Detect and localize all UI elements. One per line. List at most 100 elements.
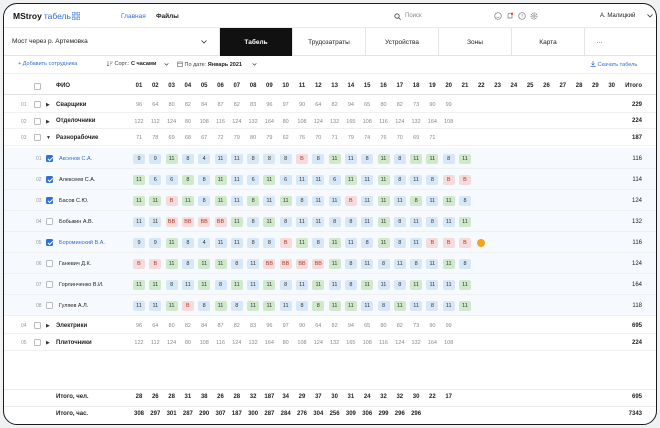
timesheet-cell[interactable]: 11 (442, 195, 455, 206)
employee-checkbox[interactable] (46, 260, 53, 267)
timesheet-cell[interactable]: В (344, 195, 357, 206)
timesheet-cell[interactable]: 11 (214, 237, 227, 248)
timesheet-cell[interactable]: 11 (377, 153, 390, 164)
timesheet-cell[interactable]: 11 (312, 279, 325, 290)
row-checkbox[interactable] (34, 134, 41, 141)
timesheet-cell[interactable]: В (279, 237, 292, 248)
timesheet-cell[interactable]: 8 (426, 216, 439, 227)
timesheet-cell[interactable]: 11 (214, 300, 227, 311)
timesheet-cell[interactable]: 11 (426, 258, 439, 269)
timesheet-cell[interactable]: 11 (459, 279, 471, 290)
timesheet-cell[interactable]: 11 (361, 300, 374, 311)
chevron-down-icon[interactable] (647, 14, 653, 18)
timesheet-cell[interactable]: 11 (344, 300, 357, 311)
timesheet-cell[interactable]: 11 (263, 195, 276, 206)
timesheet-cell[interactable]: В (165, 195, 178, 206)
timesheet-cell[interactable]: 11 (410, 174, 423, 185)
timesheet-cell[interactable]: 8 (198, 195, 211, 206)
timesheet-cell[interactable]: 11 (393, 300, 406, 311)
timesheet-cell[interactable]: ВВ (263, 258, 276, 269)
search-box[interactable]: Поиск (391, 11, 484, 22)
employee-row[interactable]: 04 Бобыкин А.В. 11 11 ВВ ВВ ВВ ВВ 11 8 11 8 11 11 8 8 11… (4, 211, 656, 232)
nav-home[interactable]: Главная (121, 13, 146, 20)
timesheet-cell[interactable]: 8 (393, 237, 406, 248)
timesheet-cell[interactable]: ВВ (165, 216, 178, 227)
timesheet-cell[interactable]: 11 (328, 279, 341, 290)
timesheet-cell[interactable]: 11 (296, 279, 308, 290)
group-row[interactable]: 03 ▼ Разнорабочие 71 78 69 68 67 72 79 80 79 62 76 70 7… (4, 129, 656, 146)
timesheet-cell[interactable]: 11 (410, 153, 423, 164)
timesheet-cell[interactable]: 11 (361, 174, 374, 185)
timesheet-cell[interactable]: 9 (133, 237, 145, 248)
row-checkbox[interactable] (34, 117, 41, 125)
timesheet-cell[interactable]: 11 (165, 258, 178, 269)
timesheet-cell[interactable]: ВВ (214, 216, 227, 227)
tab-more[interactable]: ··· (584, 28, 614, 56)
timesheet-cell[interactable]: 8 (344, 258, 357, 269)
timesheet-cell[interactable]: 11 (344, 174, 357, 185)
timesheet-cell[interactable]: 11 (442, 279, 455, 290)
timesheet-cell[interactable]: 11 (410, 237, 423, 248)
timesheet-cell[interactable]: 11 (165, 300, 178, 311)
timesheet-cell[interactable]: 11 (328, 258, 341, 269)
timesheet-cell[interactable]: 11 (214, 258, 227, 269)
timesheet-cell[interactable]: 11 (230, 279, 243, 290)
timesheet-cell[interactable]: 11 (181, 279, 194, 290)
timesheet-cell[interactable]: 8 (198, 174, 211, 185)
timesheet-cell[interactable]: 11 (279, 300, 292, 311)
employee-row[interactable]: 05 Бороминский В.А. 9 9 11 8 4 11 11 8 8 В 11 8 11 11 8 1… (4, 232, 656, 253)
timesheet-cell[interactable]: 8 (361, 153, 374, 164)
timesheet-cell[interactable]: 8 (442, 153, 455, 164)
timesheet-cell[interactable]: 8 (426, 300, 439, 311)
timesheet-cell[interactable]: 11 (344, 237, 357, 248)
timesheet-cell[interactable]: 8 (312, 153, 325, 164)
employee-row[interactable]: 02 Алексеев С.А. 11 6 6 8 8 11 11 6 11 6 11 11 6 11 11 11… (4, 169, 656, 190)
timesheet-cell[interactable]: 11 (230, 153, 243, 164)
timesheet-cell[interactable]: 11 (165, 153, 178, 164)
timesheet-cell[interactable]: 11 (377, 216, 390, 227)
col-name-header[interactable]: ФИО (56, 83, 70, 89)
timesheet-cell[interactable]: ВВ (198, 216, 211, 227)
timesheet-cell[interactable]: 11 (165, 237, 178, 248)
timesheet-cell[interactable]: 11 (133, 300, 145, 311)
timesheet-cell[interactable]: ВВ (279, 258, 292, 269)
timesheet-cell[interactable]: 11 (393, 195, 406, 206)
timesheet-cell[interactable]: 4 (198, 153, 211, 164)
timesheet-cell[interactable]: 8 (459, 258, 471, 269)
timesheet-cell[interactable]: 11 (377, 195, 390, 206)
timesheet-cell[interactable]: 11 (214, 195, 227, 206)
employee-row[interactable]: 07 Горлинченко В.И. 11 11 8 11 11 8 11 11 11 8 11 11 1… (4, 274, 656, 295)
timesheet-cell[interactable]: 8 (165, 279, 178, 290)
timesheet-cell[interactable]: 9 (149, 237, 162, 248)
row-checkbox[interactable] (34, 339, 41, 346)
timesheet-cell[interactable]: 8 (410, 195, 423, 206)
user-menu[interactable]: А. Малицкий (600, 13, 635, 19)
timesheet-cell[interactable]: 8 (214, 279, 227, 290)
timesheet-cell[interactable]: 8 (393, 174, 406, 185)
timesheet-cell[interactable]: 8 (247, 237, 260, 248)
employee-checkbox[interactable] (46, 176, 53, 183)
timesheet-cell[interactable]: 8 (181, 258, 194, 269)
timesheet-cell[interactable]: В (459, 237, 471, 248)
employee-name[interactable]: Ганевич Д.К. (59, 261, 91, 267)
timesheet-cell[interactable]: 11 (247, 258, 260, 269)
tab-zones[interactable]: Зоны (438, 28, 511, 56)
timesheet-cell[interactable]: В (426, 237, 439, 248)
timesheet-cell[interactable]: В (442, 237, 455, 248)
timesheet-cell[interactable]: 11 (149, 279, 162, 290)
employee-name[interactable]: Аксенов С.А. (59, 156, 92, 162)
smile-icon[interactable] (494, 12, 502, 20)
employee-name[interactable]: Бобыкин А.В. (59, 219, 93, 225)
tab-map[interactable]: Карта (511, 28, 584, 56)
timesheet-cell[interactable]: 11 (442, 216, 455, 227)
expand-arrow-icon[interactable]: ▶ (46, 102, 50, 108)
timesheet-cell[interactable]: 8 (426, 174, 439, 185)
timesheet-cell[interactable]: 11 (377, 174, 390, 185)
timesheet-cell[interactable]: 11 (296, 216, 308, 227)
timesheet-cell[interactable]: 11 (459, 300, 471, 311)
timesheet-cell[interactable]: 8 (263, 153, 276, 164)
timesheet-cell[interactable]: 11 (312, 174, 325, 185)
timesheet-cell[interactable]: 8 (230, 300, 243, 311)
timesheet-cell[interactable]: В (133, 258, 145, 269)
timesheet-cell[interactable]: 8 (230, 258, 243, 269)
